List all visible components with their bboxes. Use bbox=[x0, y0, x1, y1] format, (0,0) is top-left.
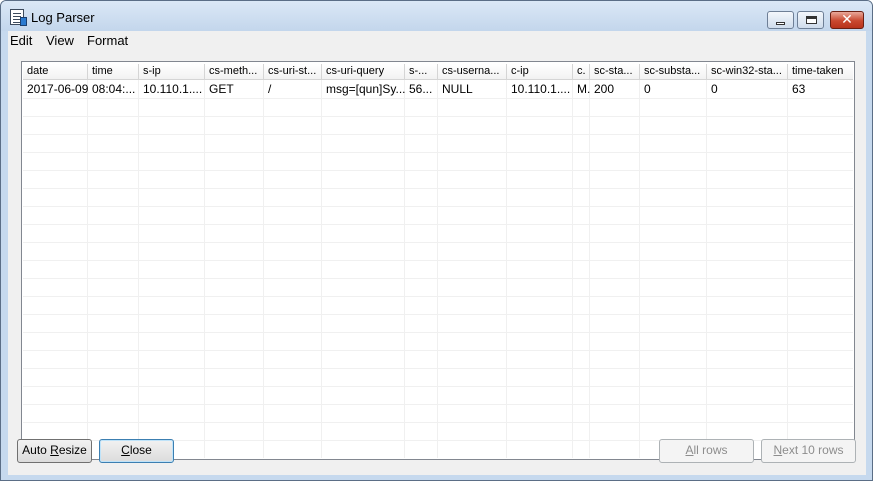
all-rows-label-accel: A bbox=[685, 443, 694, 457]
grid-line bbox=[23, 368, 853, 369]
grid-line bbox=[23, 404, 853, 405]
column-header[interactable]: cs-uri-query bbox=[322, 64, 405, 80]
auto-resize-button[interactable]: Auto Resize bbox=[17, 439, 92, 463]
close-icon: ✕ bbox=[841, 12, 853, 28]
menu-bar: Edit View Format bbox=[8, 31, 866, 50]
column-header[interactable]: sc-substa... bbox=[640, 64, 707, 80]
maximize-icon bbox=[806, 16, 817, 24]
log-parser-window: Log Parser ✕ Edit View Format date time s-… bbox=[0, 0, 873, 481]
close-button[interactable]: Close bbox=[99, 439, 174, 463]
next-10-rows-button[interactable]: Next 10 rows bbox=[761, 439, 856, 463]
results-list[interactable]: date time s-ip cs-meth... cs-uri-st... cs-uri… bbox=[21, 61, 855, 460]
grid-line bbox=[23, 260, 853, 261]
all-rows-label-post: ll rows bbox=[693, 443, 728, 457]
table-cell: msg=[qun]Sy... bbox=[326, 82, 405, 96]
column-header[interactable]: sc-sta... bbox=[590, 64, 640, 80]
column-header[interactable]: s-... bbox=[405, 64, 438, 80]
results-list-body: date time s-ip cs-meth... cs-uri-st... cs-uri… bbox=[23, 64, 853, 458]
grid-line bbox=[437, 80, 438, 458]
title-bar[interactable]: Log Parser ✕ bbox=[1, 1, 872, 31]
grid-line bbox=[572, 80, 573, 458]
table-cell: / bbox=[268, 82, 272, 96]
column-header[interactable]: time bbox=[88, 64, 139, 80]
column-header[interactable]: time-taken bbox=[788, 64, 853, 80]
column-header[interactable]: cs-uri-st... bbox=[264, 64, 322, 80]
column-header[interactable]: date bbox=[23, 64, 88, 80]
grid-line bbox=[138, 80, 139, 458]
log-parser-app-icon bbox=[10, 9, 27, 26]
grid-line bbox=[23, 116, 853, 117]
table-cell: 10.110.1.... bbox=[143, 82, 203, 96]
grid-line bbox=[263, 80, 264, 458]
table-cell: 0 bbox=[644, 82, 651, 96]
grid-line bbox=[23, 170, 853, 171]
next-rows-label-accel: N bbox=[773, 443, 783, 457]
table-cell: 63 bbox=[792, 82, 806, 96]
table-cell: GET bbox=[209, 82, 234, 96]
menu-view[interactable]: View bbox=[45, 33, 75, 48]
grid-line bbox=[321, 80, 322, 458]
auto-resize-label-pre: Auto bbox=[22, 443, 51, 457]
column-header[interactable]: cs-meth... bbox=[205, 64, 264, 80]
grid-line bbox=[23, 296, 853, 297]
grid-line bbox=[639, 80, 640, 458]
grid-line bbox=[23, 206, 853, 207]
grid-line bbox=[787, 80, 788, 458]
menu-format[interactable]: Format bbox=[86, 33, 129, 48]
close-label-accel: C bbox=[121, 443, 130, 457]
table-cell: 56... bbox=[409, 82, 433, 96]
grid-line bbox=[23, 314, 853, 315]
grid-line bbox=[23, 278, 853, 279]
table-cell: 200 bbox=[594, 82, 615, 96]
grid-line bbox=[589, 80, 590, 458]
column-header[interactable]: c. bbox=[573, 64, 590, 80]
table-cell: 10.110.1.... bbox=[511, 82, 571, 96]
grid-line bbox=[23, 224, 853, 225]
table-cell: M. bbox=[577, 82, 590, 96]
grid-line bbox=[404, 80, 405, 458]
column-header[interactable]: cs-userna... bbox=[438, 64, 507, 80]
client-area: Edit View Format date time s-ip cs-meth... c… bbox=[8, 31, 866, 475]
grid-line bbox=[706, 80, 707, 458]
grid-line bbox=[87, 80, 88, 458]
menu-edit[interactable]: Edit bbox=[9, 33, 33, 48]
auto-resize-label-accel: R bbox=[50, 443, 59, 457]
table-cell: NULL bbox=[442, 82, 473, 96]
close-window-button[interactable]: ✕ bbox=[830, 11, 864, 29]
grid-line bbox=[506, 80, 507, 458]
auto-resize-label-post: esize bbox=[58, 443, 87, 457]
grid-line bbox=[23, 134, 853, 135]
table-cell: 0 bbox=[711, 82, 718, 96]
minimize-button[interactable] bbox=[767, 11, 794, 29]
all-rows-button[interactable]: All rows bbox=[659, 439, 754, 463]
column-header[interactable]: sc-win32-sta... bbox=[707, 64, 788, 80]
grid-line bbox=[23, 98, 853, 99]
table-cell: 08:04:... bbox=[92, 82, 136, 96]
grid-line bbox=[23, 242, 853, 243]
grid-line bbox=[23, 386, 853, 387]
next-rows-label-post: ext 10 rows bbox=[782, 443, 844, 457]
grid-line bbox=[23, 152, 853, 153]
window-title: Log Parser bbox=[31, 10, 95, 25]
table-cell: 2017-06-09 bbox=[27, 82, 88, 96]
grid-line bbox=[23, 422, 853, 423]
grid-line bbox=[204, 80, 205, 458]
minimize-icon bbox=[776, 22, 785, 25]
close-label-post: lose bbox=[129, 443, 152, 457]
column-header[interactable]: c-ip bbox=[507, 64, 573, 80]
grid-line bbox=[23, 350, 853, 351]
maximize-button[interactable] bbox=[797, 11, 824, 29]
grid-line bbox=[23, 332, 853, 333]
grid-line bbox=[23, 188, 853, 189]
column-header[interactable]: s-ip bbox=[139, 64, 205, 80]
table-row[interactable]: 2017-06-09 08:04:... 10.110.1.... GET / msg=[… bbox=[23, 80, 853, 98]
